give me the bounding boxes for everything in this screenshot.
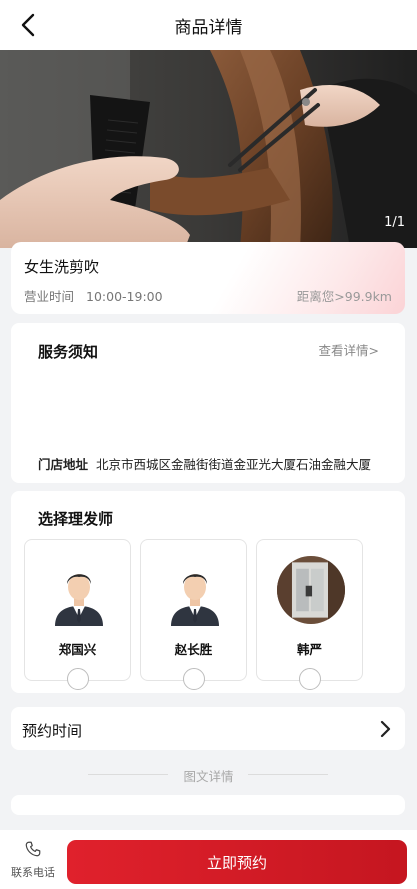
bottom-action-bar: 联系电话 立即预约 (0, 830, 417, 889)
divider-line-right (248, 774, 328, 775)
store-address-label: 门店地址 (38, 457, 89, 472)
detail-content-card (11, 795, 405, 815)
book-now-button[interactable]: 立即预约 (67, 840, 407, 884)
image-counter: 1/1 (384, 215, 405, 230)
service-notice-card: 服务须知 查看详情> 门店地址 北京市西城区金融街街道金亚光大厦石油金融大厦 (11, 323, 405, 483)
view-details-link[interactable]: 查看详情> (319, 340, 379, 359)
barber-name: 赵长胜 (174, 642, 213, 657)
store-address-value: 北京市西城区金融街街道金亚光大厦石油金融大厦 (96, 457, 372, 472)
appointment-time-row[interactable]: 预约时间 (11, 707, 405, 750)
barber-option[interactable]: 赵长胜 (140, 539, 247, 690)
haircut-photo (0, 50, 417, 248)
detail-divider: 图文详情 (0, 764, 417, 784)
barber-radio[interactable] (183, 668, 205, 690)
business-hours: 营业时间 10:00-19:00 (24, 286, 163, 305)
store-address: 门店地址 北京市西城区金融街街道金亚光大厦石油金融大厦 (38, 454, 371, 473)
barber-radio[interactable] (67, 668, 89, 690)
product-name: 女生洗剪吹 (24, 258, 100, 276)
barber-radio[interactable] (299, 668, 321, 690)
detail-divider-text: 图文详情 (183, 769, 234, 784)
top-navbar: 商品详情 (0, 0, 417, 50)
appointment-time-label: 预约时间 (22, 722, 83, 740)
contact-phone-button[interactable]: 联系电话 (8, 840, 58, 880)
barber-name: 韩严 (296, 642, 322, 657)
chevron-right-icon (380, 720, 391, 738)
page-title: 商品详情 (174, 18, 243, 38)
barber-option[interactable]: 郑国兴 (24, 539, 131, 690)
product-info-card: 女生洗剪吹 营业时间 10:00-19:00 距离您>99.9km (11, 242, 405, 314)
business-hours-label: 营业时间 (24, 289, 75, 304)
phone-icon (25, 841, 41, 857)
barber-option[interactable]: 韩严 (256, 539, 363, 690)
contact-phone-label: 联系电话 (11, 866, 55, 879)
barber-selection-card: 选择理发师 郑国兴 赵长胜 韩严 (11, 491, 405, 693)
barber-name: 郑国兴 (58, 642, 97, 657)
business-hours-value: 10:00-19:00 (86, 289, 163, 304)
barber-section-title: 选择理发师 (38, 510, 114, 528)
distance-text: 距离您>99.9km (296, 289, 392, 304)
service-notice-title: 服务须知 (38, 343, 99, 361)
product-image-carousel[interactable]: 1/1 (0, 50, 417, 248)
male-avatar-icon (55, 574, 103, 626)
photo-avatar (277, 556, 345, 624)
male-avatar-icon (171, 574, 219, 626)
